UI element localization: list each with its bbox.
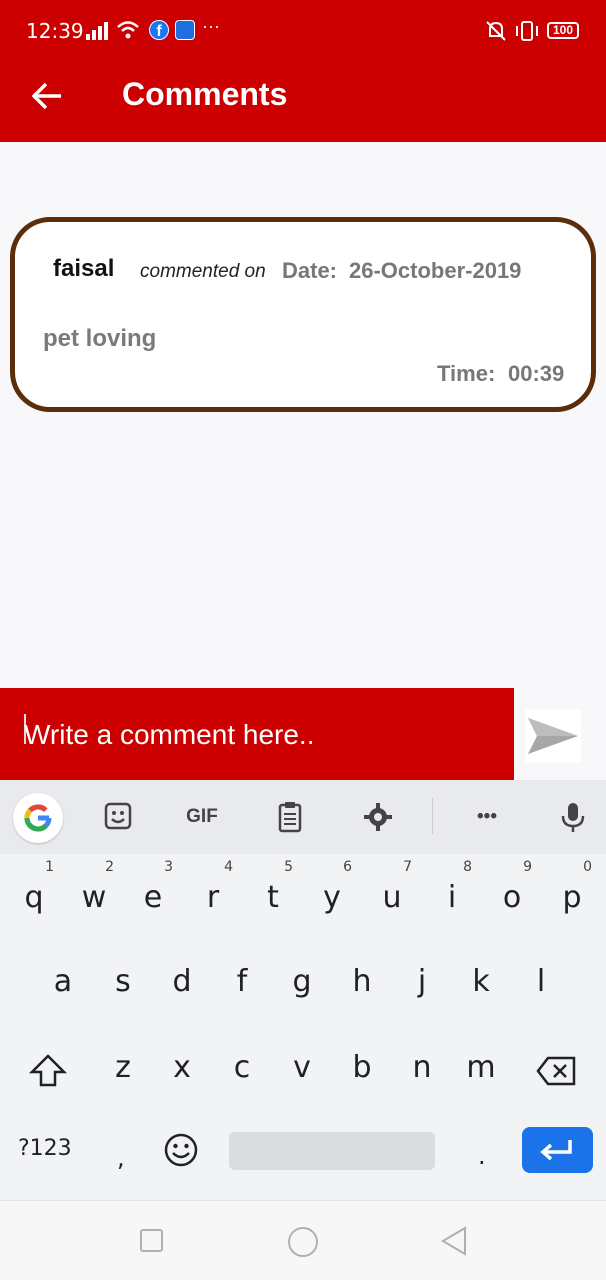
key-g[interactable]: g xyxy=(276,952,328,1012)
key-v[interactable]: v xyxy=(276,1038,328,1098)
key-f[interactable]: f xyxy=(216,952,268,1012)
key-b[interactable]: b xyxy=(336,1038,388,1098)
usb-icon xyxy=(175,20,195,40)
key-s[interactable]: s xyxy=(97,952,149,1012)
enter-key[interactable] xyxy=(522,1127,593,1173)
microphone-icon[interactable] xyxy=(555,800,591,834)
space-bar[interactable] xyxy=(229,1132,435,1170)
key-m[interactable]: m xyxy=(455,1038,507,1098)
keyboard-toolbar: GIF ••• xyxy=(0,780,606,854)
key-e[interactable]: e3 xyxy=(127,860,179,928)
comment-date: 26-October-2019 xyxy=(349,258,522,283)
status-bar: 12:39 f ··· 100 xyxy=(0,0,606,62)
key-u[interactable]: u7 xyxy=(366,860,418,928)
gear-icon[interactable] xyxy=(360,800,396,834)
square-icon[interactable] xyxy=(139,1228,165,1254)
key-k[interactable]: k xyxy=(455,952,507,1012)
comment-text: pet loving xyxy=(43,325,157,352)
gif-button[interactable]: GIF xyxy=(184,800,220,834)
send-icon[interactable] xyxy=(525,710,581,762)
key-l[interactable]: l xyxy=(515,952,567,1012)
status-time: 12:39 xyxy=(26,19,84,43)
key-j[interactable]: j xyxy=(396,952,448,1012)
comment-date-label: Date: xyxy=(282,258,338,283)
key-c[interactable]: c xyxy=(216,1038,268,1098)
comment-input[interactable] xyxy=(24,712,504,758)
key-w[interactable]: w2 xyxy=(68,860,120,928)
comment-action: commented on xyxy=(140,261,266,282)
more-notifications-icon: ··· xyxy=(202,16,220,36)
comment-time-label: Time: xyxy=(437,361,496,386)
system-nav-bar xyxy=(0,1200,606,1280)
comment-card: faisal commented on Date: 26-October-201… xyxy=(10,217,596,412)
key-h[interactable]: h xyxy=(336,952,388,1012)
key-o[interactable]: o9 xyxy=(486,860,538,928)
key-p[interactable]: p0 xyxy=(546,860,598,928)
symbols-key[interactable]: ?123 xyxy=(18,1136,72,1161)
emoji-icon[interactable] xyxy=(163,1132,199,1168)
soft-keyboard: GIF ••• q1 w2 e3 r4 t5 y6 u7 i8 o9 p0 a … xyxy=(0,780,606,1200)
signal-icon xyxy=(86,22,108,40)
app-bar: 12:39 f ··· 100 Comments xyxy=(0,0,606,142)
shift-icon[interactable] xyxy=(28,1052,68,1090)
triangle-back-icon[interactable] xyxy=(439,1225,469,1257)
comment-time: 00:39 xyxy=(508,361,565,386)
key-i[interactable]: i8 xyxy=(426,860,478,928)
key-q[interactable]: q1 xyxy=(8,860,60,928)
wifi-icon xyxy=(117,21,139,39)
comma-key[interactable]: , xyxy=(117,1144,125,1172)
key-y[interactable]: y6 xyxy=(306,860,358,928)
google-icon[interactable] xyxy=(13,793,63,843)
clipboard-icon[interactable] xyxy=(272,800,308,834)
key-x[interactable]: x xyxy=(156,1038,208,1098)
page-title: Comments xyxy=(122,76,288,112)
enter-icon xyxy=(540,1140,572,1161)
key-d[interactable]: d xyxy=(156,952,208,1012)
comment-author: faisal xyxy=(53,255,115,282)
key-t[interactable]: t5 xyxy=(247,860,299,928)
key-n[interactable]: n xyxy=(396,1038,448,1098)
toolbar-divider xyxy=(432,798,433,834)
facebook-icon: f xyxy=(149,20,169,40)
backspace-icon[interactable] xyxy=(536,1054,578,1088)
comment-composer xyxy=(0,688,514,780)
circle-icon[interactable] xyxy=(286,1225,320,1259)
key-a[interactable]: a xyxy=(37,952,89,1012)
back-arrow-icon[interactable] xyxy=(30,78,66,114)
vibrate-icon xyxy=(516,21,538,41)
key-z[interactable]: z xyxy=(97,1038,149,1098)
key-r[interactable]: r4 xyxy=(187,860,239,928)
sticker-icon[interactable] xyxy=(100,800,136,834)
battery-indicator: 100 xyxy=(547,22,579,39)
more-options-button[interactable]: ••• xyxy=(469,800,505,834)
mute-icon xyxy=(486,21,506,41)
period-key[interactable]: . xyxy=(478,1142,486,1170)
